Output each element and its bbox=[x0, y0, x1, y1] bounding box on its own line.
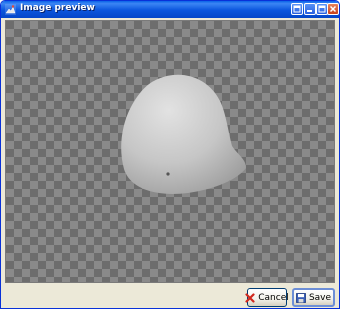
close-button[interactable] bbox=[327, 3, 339, 15]
minimize-button[interactable] bbox=[304, 3, 316, 15]
image-preview-canvas bbox=[5, 20, 335, 283]
save-label: Save bbox=[308, 292, 332, 303]
cancel-label: Cancel bbox=[258, 292, 289, 303]
image-preview-window: Image preview Cancel Save bbox=[0, 0, 340, 309]
preview-image bbox=[121, 74, 246, 194]
app-icon bbox=[5, 4, 16, 15]
maximize-icon bbox=[318, 5, 326, 13]
save-icon bbox=[296, 292, 306, 303]
question-icon bbox=[293, 5, 301, 13]
minimize-icon bbox=[306, 5, 314, 13]
cancel-button[interactable]: Cancel bbox=[245, 288, 289, 307]
close-icon bbox=[329, 5, 337, 13]
save-button[interactable]: Save bbox=[292, 288, 335, 307]
title-bar[interactable]: Image preview bbox=[1, 1, 339, 18]
cancel-icon bbox=[245, 292, 255, 303]
shape-marker-dot bbox=[166, 172, 170, 176]
grey-3d-shape bbox=[121, 74, 246, 194]
help-button[interactable] bbox=[291, 3, 303, 15]
window-title: Image preview bbox=[20, 3, 95, 13]
